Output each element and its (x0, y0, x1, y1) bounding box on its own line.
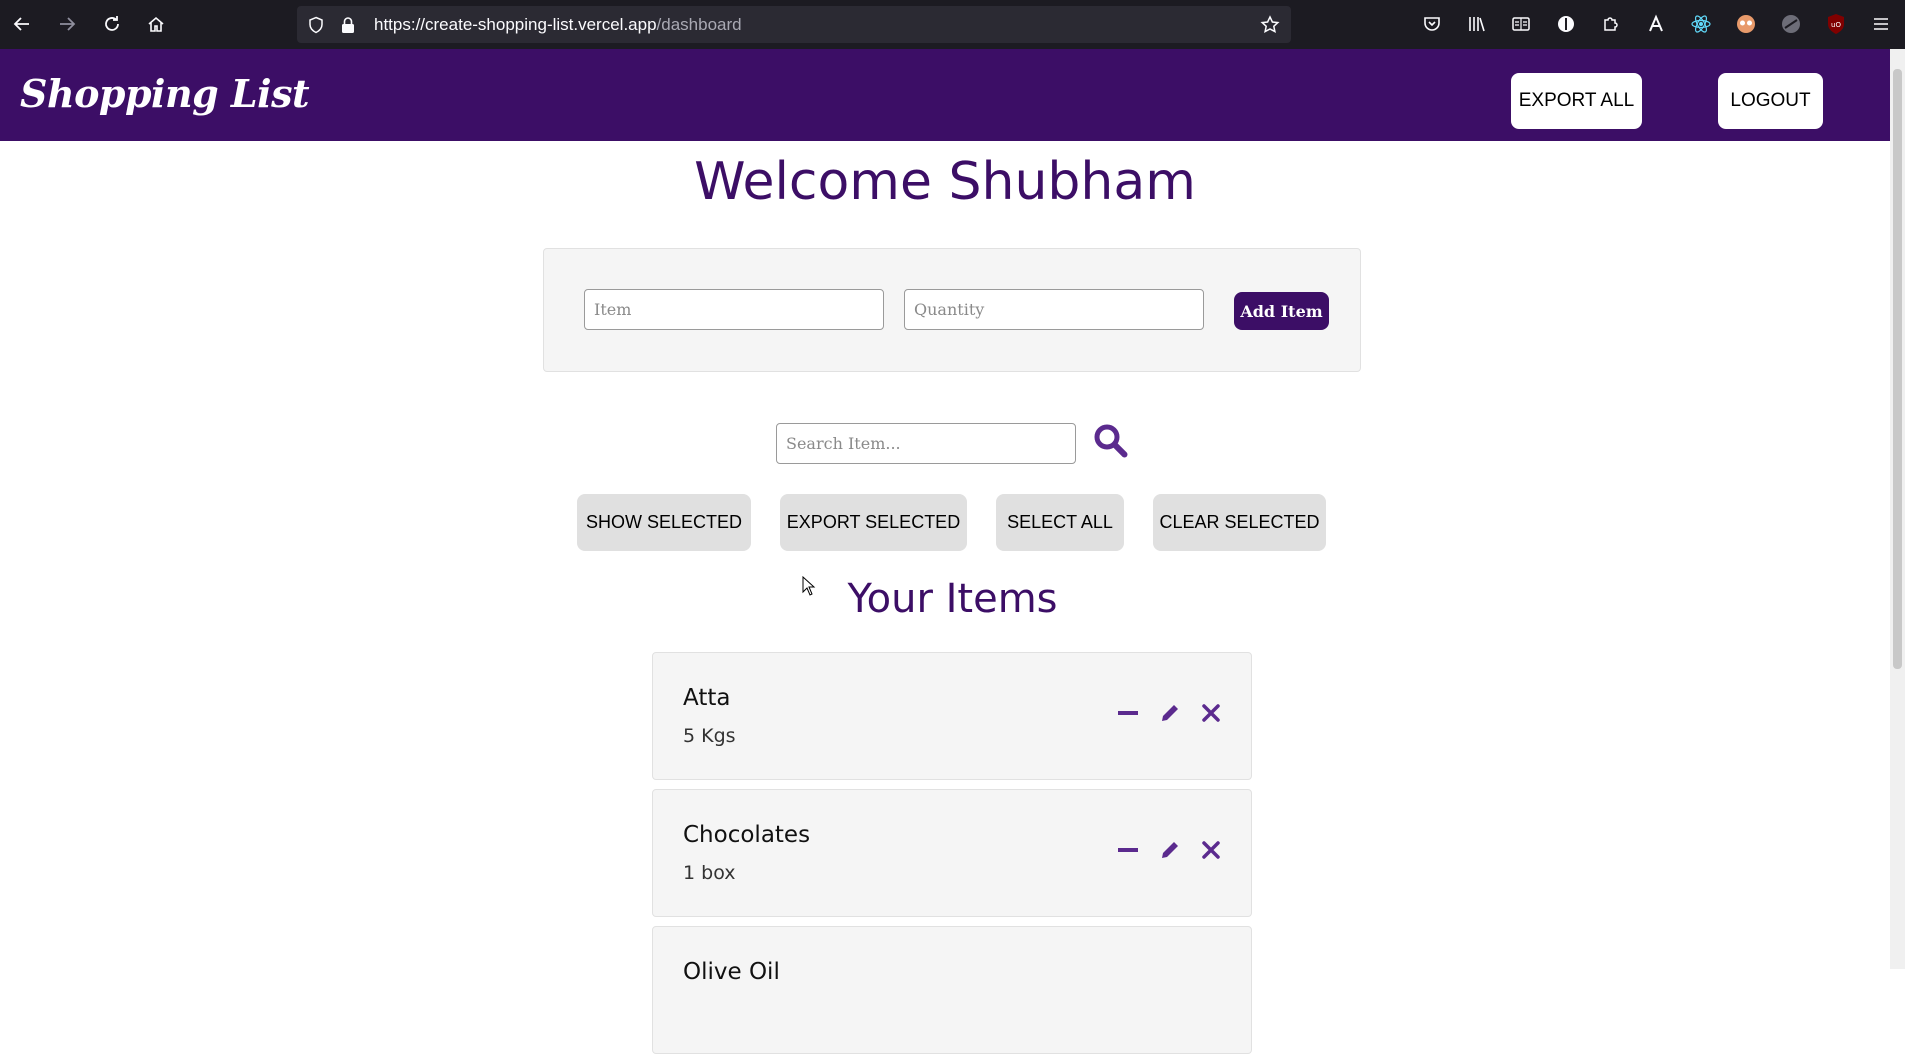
glasses-extension-icon[interactable] (1735, 13, 1757, 35)
scrollbar-thumb[interactable] (1893, 69, 1902, 669)
svg-text:uO: uO (1831, 21, 1841, 29)
list-item[interactable]: Atta 5 Kgs (652, 652, 1252, 780)
lock-icon[interactable] (338, 15, 358, 35)
url-text[interactable]: https://create-shopping-list.vercel.app/… (374, 15, 742, 35)
item-name: Atta (683, 685, 731, 711)
select-all-button[interactable]: SELECT ALL (996, 494, 1124, 551)
search-icon[interactable] (1093, 423, 1129, 459)
edit-pencil-icon[interactable] (1158, 701, 1182, 725)
react-devtools-icon[interactable] (1690, 13, 1712, 35)
pocket-icon[interactable] (1421, 13, 1443, 35)
edit-pencil-icon[interactable] (1158, 838, 1182, 862)
clear-selected-button[interactable]: CLEAR SELECTED (1153, 494, 1326, 551)
page-scrollbar[interactable] (1890, 49, 1905, 969)
back-icon[interactable] (10, 12, 34, 36)
mouse-cursor-icon (802, 575, 816, 596)
delete-x-icon[interactable] (1199, 701, 1223, 725)
list-item[interactable]: Olive Oil (652, 926, 1252, 1054)
browser-toolbar: https://create-shopping-list.vercel.app/… (0, 0, 1905, 49)
search-input[interactable] (776, 423, 1076, 464)
ublock-icon[interactable]: uO (1825, 13, 1847, 35)
url-bar[interactable]: https://create-shopping-list.vercel.app/… (297, 6, 1291, 43)
quantity-input[interactable] (904, 289, 1204, 330)
item-quantity: 5 Kgs (683, 725, 736, 747)
bookmark-star-icon[interactable] (1260, 15, 1280, 35)
home-icon[interactable] (144, 12, 168, 36)
minus-icon[interactable] (1116, 701, 1140, 725)
delete-x-icon[interactable] (1199, 838, 1223, 862)
forward-icon[interactable] (55, 12, 79, 36)
item-name: Chocolates (683, 822, 811, 848)
item-name: Olive Oil (683, 959, 780, 985)
app-logo[interactable]: Shopping List (20, 71, 310, 116)
blocker-extension-icon[interactable] (1780, 13, 1802, 35)
app-header: Shopping List EXPORT ALL LOGOUT (0, 49, 1890, 141)
reader-view-icon[interactable] (1510, 13, 1532, 35)
item-input[interactable] (584, 289, 884, 330)
font-extension-icon[interactable] (1645, 13, 1667, 35)
extensions-puzzle-icon[interactable] (1600, 13, 1622, 35)
minus-icon[interactable] (1116, 838, 1140, 862)
menu-icon[interactable] (1870, 13, 1892, 35)
add-item-form: Add Item (543, 248, 1361, 372)
export-all-button[interactable]: EXPORT ALL (1511, 73, 1642, 129)
welcome-heading: Welcome Shubham (694, 152, 1196, 212)
show-selected-button[interactable]: SHOW SELECTED (577, 494, 751, 551)
logout-button[interactable]: LOGOUT (1718, 73, 1823, 129)
add-item-button[interactable]: Add Item (1234, 292, 1329, 330)
your-items-heading: Your Items (847, 576, 1058, 622)
reload-icon[interactable] (100, 12, 124, 36)
account-icon[interactable] (1555, 13, 1577, 35)
item-quantity: 1 box (683, 862, 736, 884)
list-item[interactable]: Chocolates 1 box (652, 789, 1252, 917)
export-selected-button[interactable]: EXPORT SELECTED (780, 494, 967, 551)
shield-icon[interactable] (306, 15, 326, 35)
library-icon[interactable] (1466, 13, 1488, 35)
